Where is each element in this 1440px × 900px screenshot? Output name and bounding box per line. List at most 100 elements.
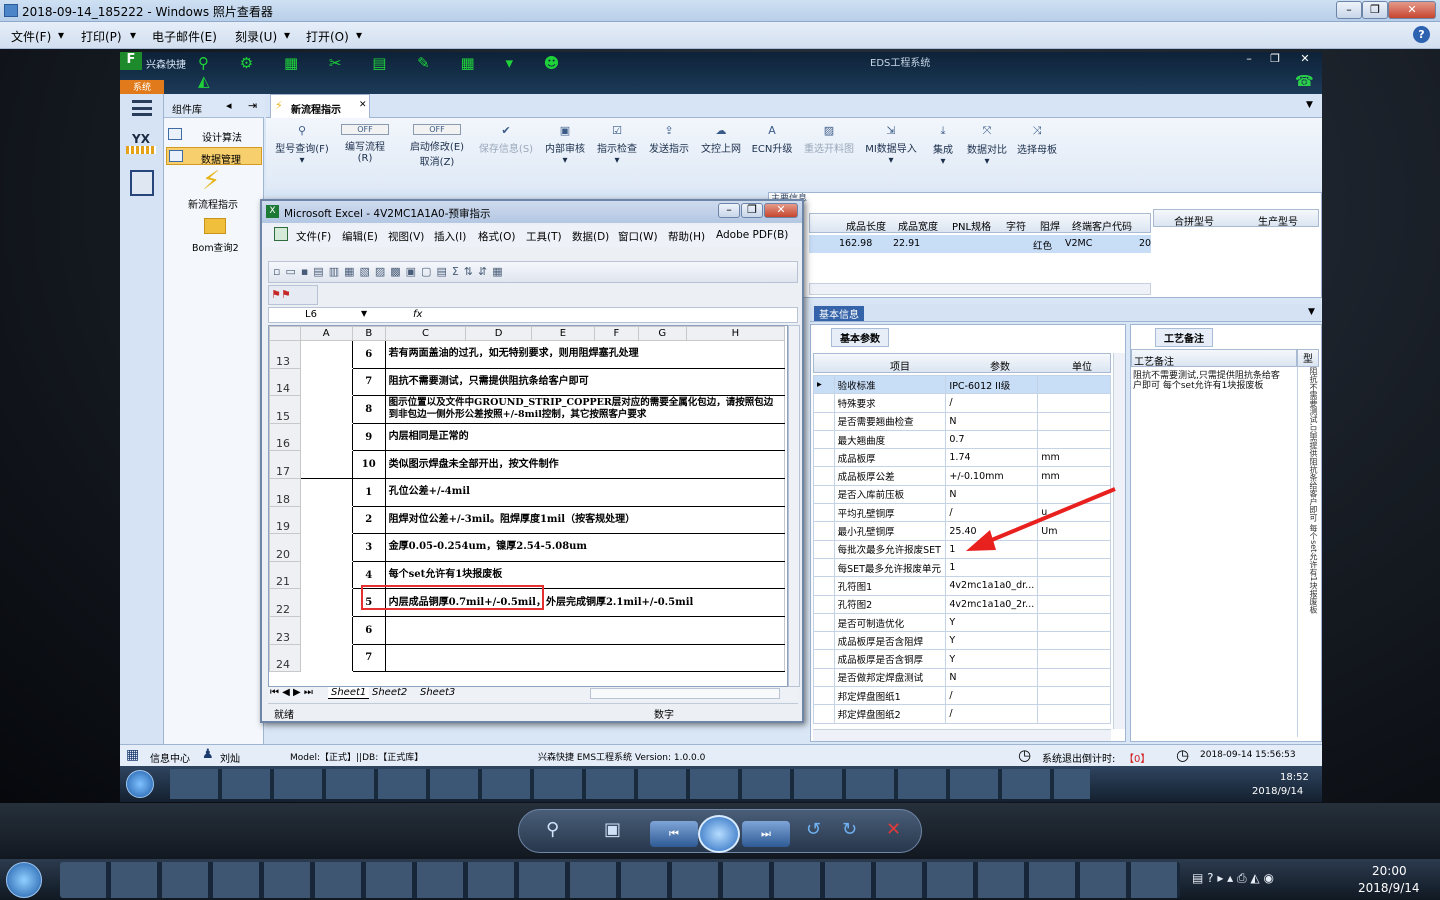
excel-menu-data[interactable]: 数据(D) <box>572 229 609 244</box>
eds-minimize[interactable]: – <box>1236 52 1262 68</box>
sheet-tab-1[interactable]: Sheet1 <box>328 687 370 699</box>
tab-new-flow[interactable]: ⚡ 新流程指示 ✕ <box>270 94 370 118</box>
row-header[interactable]: 18 <box>269 477 301 507</box>
cell-c[interactable]: 孔位公差+/-4mil <box>384 477 786 507</box>
cell-a[interactable] <box>299 340 353 369</box>
excel-menu-adobe[interactable]: Adobe PDF(B) <box>716 229 788 241</box>
process-notes-text[interactable]: 阻抗不需要测试,只需提供阻抗条给客户即可 每个set允许有1块报废板 <box>1133 371 1283 391</box>
tray-icons[interactable]: ▤ ? ▸ ▴ ⎙ ◭ ◉ <box>1192 871 1274 886</box>
column-header[interactable]: H <box>685 326 786 341</box>
cancel-label[interactable]: 取消(Z) <box>408 153 466 168</box>
ribbon-write-flow[interactable]: OFF 编写流程(R) <box>338 124 392 164</box>
folder-icon[interactable] <box>204 218 226 234</box>
nav-item-design[interactable]: 设计算法 <box>168 126 262 144</box>
column-header[interactable]: G <box>637 326 687 341</box>
tab-close-icon[interactable]: ✕ <box>359 100 367 110</box>
param-row[interactable]: ▸ 验收标准 IPC-6012 II级 <box>813 374 1111 395</box>
eds-restore[interactable]: ❐ <box>1262 52 1288 68</box>
name-box[interactable]: L6 <box>305 309 317 320</box>
ribbon-save-info[interactable]: ✔ 保存信息(S) <box>476 124 536 155</box>
previous-button[interactable]: ⏮ <box>650 821 698 847</box>
row-header[interactable]: 13 <box>269 340 301 369</box>
excel-menu-window[interactable]: 窗口(W) <box>618 229 658 244</box>
tab-menu-icon[interactable]: ▼ <box>1306 100 1313 110</box>
new-flow-label[interactable]: 新流程指示 <box>188 196 238 211</box>
row-header[interactable]: 24 <box>269 643 301 673</box>
yx-icon[interactable]: YX <box>126 132 156 160</box>
select-all-corner[interactable] <box>269 326 301 341</box>
cell-a[interactable] <box>299 422 353 452</box>
help-icon[interactable]: ? <box>1413 26 1430 43</box>
excel-menu-format[interactable]: 格式(O) <box>478 229 515 244</box>
maximize-button[interactable]: ❐ <box>1362 1 1388 19</box>
cell-a[interactable] <box>299 505 353 535</box>
cell-a[interactable] <box>299 395 353 424</box>
cell-a[interactable] <box>299 560 353 590</box>
cell-b[interactable]: 9 <box>351 422 386 452</box>
excel-maximize[interactable]: ❐ <box>741 203 763 218</box>
cell-b[interactable]: 8 <box>351 395 386 424</box>
param-row[interactable]: 孔符图2 4v2mc1a1a0_2r... <box>813 594 1111 614</box>
row-header[interactable]: 16 <box>269 422 301 452</box>
ribbon-instruction-check[interactable]: ☑ 指示检查 ▾ <box>594 124 640 166</box>
param-hscrollbar[interactable] <box>813 729 1111 741</box>
param-row[interactable]: 孔符图1 4v2mc1a1a0_dr... <box>813 576 1111 596</box>
param-row[interactable]: 是否可制造优化 Y <box>813 612 1111 633</box>
menu-open[interactable]: 打开(O) <box>306 28 349 45</box>
start-button[interactable] <box>6 862 42 898</box>
inner-start-orb[interactable] <box>126 770 154 798</box>
ribbon-integrate[interactable]: ⤓ 集成 ▾ <box>926 124 960 167</box>
process-notes-tab[interactable]: 工艺备注 <box>1155 328 1213 347</box>
sheet-hscrollbar[interactable] <box>590 688 780 699</box>
row-header[interactable]: 22 <box>269 588 301 617</box>
cell-b[interactable]: 3 <box>351 533 386 562</box>
param-row[interactable]: 每SET最多允许报废单元 1 <box>813 557 1111 578</box>
param-row[interactable]: 是否需要翘曲检查 N <box>813 411 1111 431</box>
ribbon-model-query[interactable]: ⚲ 型号查询(F) ▾ <box>272 124 332 166</box>
param-row[interactable]: 邦定焊盘图纸1/ <box>813 686 1111 706</box>
eds-close[interactable]: ✕ <box>1288 52 1322 68</box>
ribbon-ecn-upgrade[interactable]: A ECN升级 <box>750 124 794 155</box>
row-header[interactable]: 14 <box>269 367 301 397</box>
row-header[interactable]: 15 <box>269 395 301 424</box>
flow-lightning-icon[interactable]: ⚡ <box>202 166 220 196</box>
excel-minimize[interactable]: – <box>718 203 740 218</box>
column-header[interactable]: F <box>594 326 639 341</box>
param-row[interactable]: 成品板厚是否含阻焊 Y <box>813 631 1111 651</box>
row-header[interactable]: 19 <box>269 505 301 535</box>
column-header[interactable]: C <box>384 326 467 341</box>
ribbon-mi-import[interactable]: ⇲ MI数据导入 ▾ <box>862 124 920 166</box>
cell-b[interactable]: 7 <box>351 367 386 397</box>
column-header[interactable]: B <box>351 326 386 341</box>
cell-c[interactable] <box>384 643 786 673</box>
cell-b[interactable]: 2 <box>351 505 386 535</box>
row-header[interactable]: 17 <box>269 450 301 479</box>
param-row[interactable]: 成品板厚公差 +/-0.10mm mm <box>813 466 1111 486</box>
collapse-icon[interactable]: ◂ <box>226 99 232 112</box>
cell-b[interactable]: 1 <box>351 477 386 507</box>
cell-c[interactable]: 若有两面盖油的过孔，如无特别要求，则用阻焊塞孔处理 <box>384 340 786 369</box>
cell-a[interactable] <box>299 367 353 397</box>
close-button[interactable]: ✕ <box>1388 1 1436 19</box>
excel-menu-help[interactable]: 帮助(H) <box>668 229 705 244</box>
sheet-vscrollbar[interactable] <box>788 325 800 687</box>
cell-a[interactable] <box>299 615 353 645</box>
ribbon-select-mother-board[interactable]: ⤨ 选择母板 <box>1014 124 1060 156</box>
ribbon-start-modify[interactable]: OFF 启动修改(E) 取消(Z) <box>408 124 466 168</box>
slideshow-button[interactable] <box>698 815 740 853</box>
row-header[interactable]: 23 <box>269 615 301 645</box>
ribbon-data-compare[interactable]: ⤧ 数据对比 ▾ <box>964 124 1010 167</box>
param-row[interactable]: 成品板厚是否含铜厚 Y <box>813 649 1111 669</box>
cell-a[interactable] <box>299 533 353 562</box>
cell-b[interactable]: 7 <box>351 643 386 673</box>
param-row[interactable]: 成品板厚 1.74 mm <box>813 448 1111 468</box>
cell-a[interactable] <box>299 450 353 479</box>
grid-hscrollbar[interactable] <box>809 283 1151 295</box>
fit-window-icon[interactable]: ▣ <box>604 819 621 840</box>
next-button[interactable]: ⏭ <box>742 821 790 847</box>
ribbon-reselect-cutting[interactable]: ▨ 重选开料图 <box>800 124 858 155</box>
param-row[interactable]: 特殊要求 / <box>813 393 1111 413</box>
cell-a[interactable] <box>299 477 353 507</box>
basic-params-tab[interactable]: 基本参数 <box>831 328 889 347</box>
delete-icon[interactable]: ✕ <box>886 819 901 840</box>
